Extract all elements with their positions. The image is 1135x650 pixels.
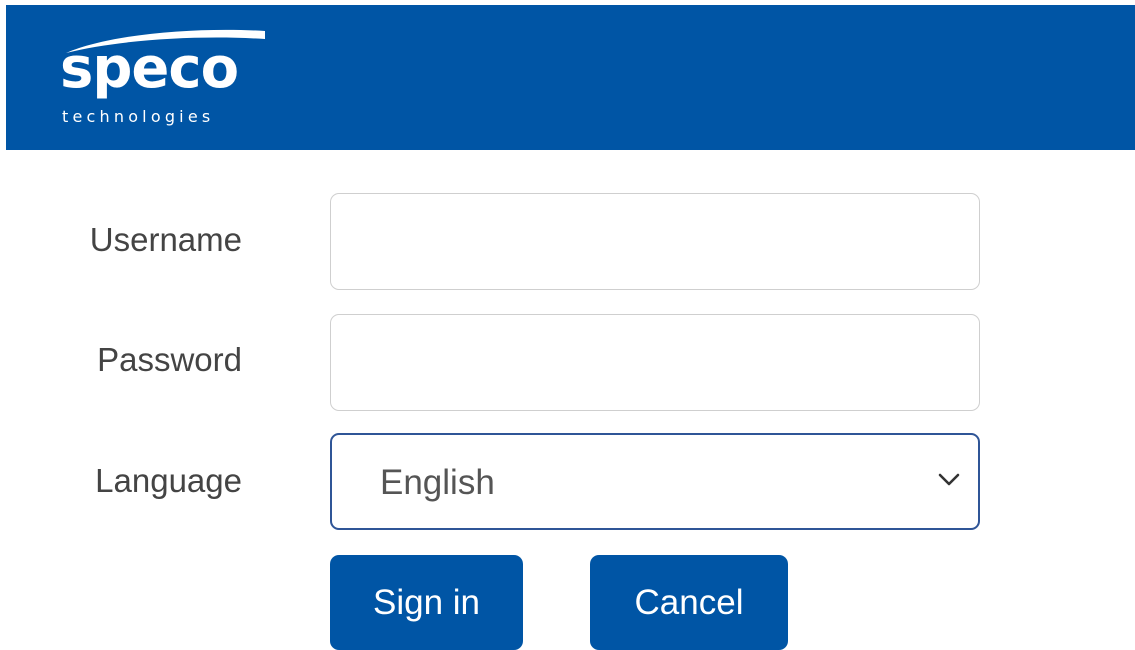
username-label: Username	[89, 221, 242, 258]
header-bar: speco technologies	[6, 5, 1135, 150]
logo-tagline: technologies	[62, 107, 215, 126]
logo-wordmark: speco	[60, 36, 239, 101]
chevron-down-icon	[938, 473, 960, 486]
language-label: Language	[95, 462, 242, 499]
language-selected-value: English	[380, 463, 495, 502]
password-field[interactable]	[330, 314, 980, 411]
username-field[interactable]	[330, 193, 980, 290]
speco-logo: speco technologies	[60, 27, 270, 137]
language-select[interactable]: English	[330, 433, 980, 530]
password-label: Password	[97, 341, 242, 378]
cancel-button[interactable]: Cancel	[590, 555, 788, 650]
login-page: speco technologies Username Password Lan…	[0, 0, 1135, 650]
sign-in-button[interactable]: Sign in	[330, 555, 523, 650]
